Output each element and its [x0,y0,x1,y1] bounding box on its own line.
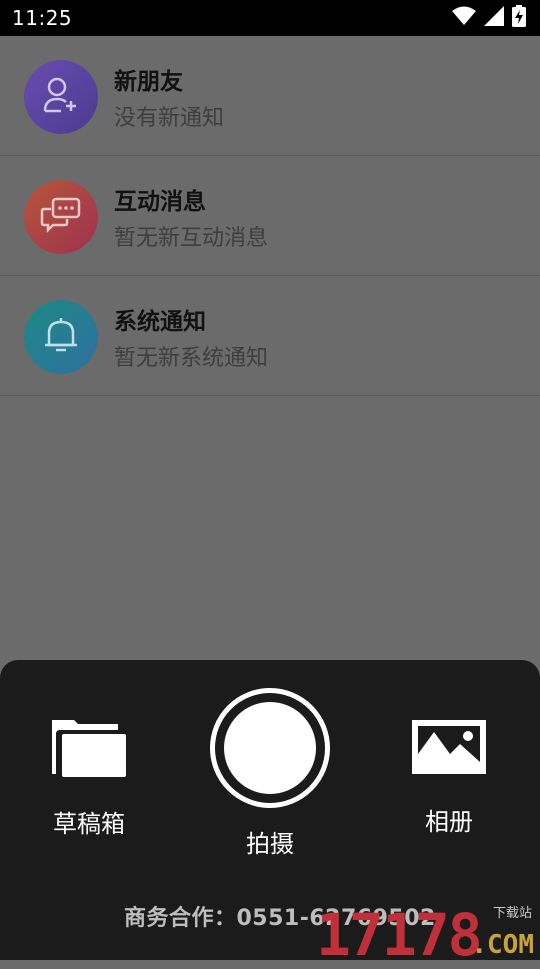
add-friend-icon [39,73,83,121]
watermark-brand-text: 17178 [316,901,483,969]
status-time: 11:25 [12,6,73,30]
watermark-domain: .COM [471,930,534,960]
watermark-tag: 下载站 [492,906,532,921]
interactions-avatar [24,180,98,254]
bell-icon [39,313,83,361]
shutter-inner [224,702,316,794]
watermark-brand: 17178 [316,906,483,964]
shoot-button[interactable] [210,688,330,808]
wifi-icon [452,6,476,30]
row-title: 系统通知 [114,309,206,335]
notification-list: 新朋友 没有新通知 互动消息 暂无新互动消息 系统通知 暂无新系统通知 [0,36,540,396]
notification-row-system[interactable]: 系统通知 暂无新系统通知 [0,276,540,396]
album-button[interactable]: 相册 [410,718,488,837]
status-bar: 11:25 [0,0,540,36]
battery-charging-icon [512,5,526,31]
notification-row-new-friends[interactable]: 新朋友 没有新通知 [0,36,540,156]
shoot-label: 拍摄 [246,830,294,858]
album-label: 相册 [425,808,473,836]
folder-icon [50,716,128,782]
signal-icon [484,6,504,30]
row-subtitle: 暂无新互动消息 [114,226,269,251]
drafts-label: 草稿箱 [53,810,125,838]
drafts-button[interactable]: 草稿箱 [50,716,128,839]
notification-row-interactions[interactable]: 互动消息 暂无新互动消息 [0,156,540,276]
row-subtitle: 没有新通知 [114,106,225,131]
new-friends-avatar [24,60,98,134]
create-bottom-sheet: 草稿箱 拍摄 相册 商务合作：0551-62769502 17178 .COM … [0,660,540,964]
watermark: 17178 .COM 下载站 [316,900,536,964]
row-title: 互动消息 [114,189,206,215]
status-icons [452,5,526,31]
system-avatar [24,300,98,374]
row-subtitle: 暂无新系统通知 [114,346,269,371]
chat-bubble-icon [39,193,83,241]
image-icon [410,718,488,780]
row-title: 新朋友 [114,69,183,95]
